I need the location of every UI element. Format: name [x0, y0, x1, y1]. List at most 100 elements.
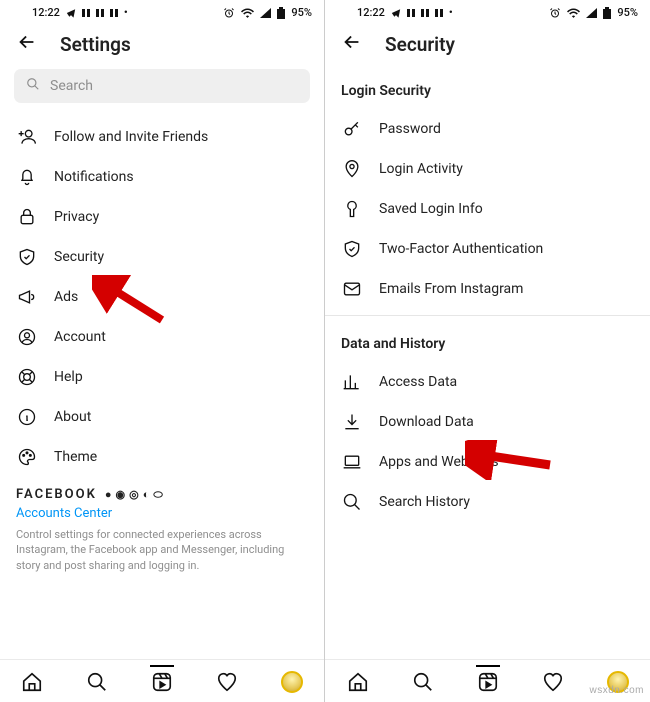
- settings-row-ads[interactable]: Ads: [0, 277, 324, 317]
- header: Settings: [0, 23, 324, 69]
- security-row-two-factor[interactable]: Two-Factor Authentication: [325, 229, 650, 269]
- accounts-center-desc: Control settings for connected experienc…: [0, 527, 324, 581]
- row-label: Apps and Websites: [379, 454, 634, 470]
- search-icon: [26, 77, 40, 95]
- whatsapp-icon: ◐: [143, 488, 150, 502]
- megaphone-icon: [16, 287, 38, 307]
- back-icon[interactable]: [16, 31, 38, 57]
- oculus-icon: ⬭: [153, 488, 162, 502]
- bell-icon: [16, 167, 38, 187]
- app-indicator-icon-2: [96, 9, 104, 17]
- security-row-password[interactable]: Password: [325, 109, 650, 149]
- security-row-emails[interactable]: Emails From Instagram: [325, 269, 650, 309]
- settings-row-privacy[interactable]: Privacy: [0, 197, 324, 237]
- row-label: Help: [54, 369, 308, 385]
- watermark: wsxdn.com: [589, 685, 644, 696]
- nav-profile-avatar[interactable]: [280, 670, 304, 694]
- page-title: Settings: [60, 33, 131, 56]
- battery-pct: 95%: [617, 6, 638, 19]
- security-list: Login Security Password Login Activity S…: [325, 69, 650, 659]
- facebook-icon: ●: [105, 488, 112, 502]
- section-data-history: Data and History: [325, 322, 650, 362]
- settings-list: Follow and Invite Friends Notifications …: [0, 117, 324, 659]
- settings-screen: 12:22 • 95%: [0, 0, 325, 702]
- signal-icon: [260, 8, 271, 18]
- bar-chart-icon: [341, 372, 363, 392]
- nav-reels-icon[interactable]: [476, 665, 500, 689]
- nav-activity-icon[interactable]: [541, 670, 565, 694]
- add-friend-icon: [16, 127, 38, 147]
- security-row-apps-websites[interactable]: Apps and Websites: [325, 442, 650, 482]
- row-label: Account: [54, 329, 308, 345]
- settings-row-security[interactable]: Security: [0, 237, 324, 277]
- telegram-icon: [391, 8, 401, 18]
- palette-icon: [16, 447, 38, 467]
- search-input[interactable]: Search: [14, 69, 310, 103]
- security-row-download-data[interactable]: Download Data: [325, 402, 650, 442]
- security-row-access-data[interactable]: Access Data: [325, 362, 650, 402]
- divider: [325, 315, 650, 316]
- row-label: Notifications: [54, 169, 308, 185]
- nav-home-icon[interactable]: [20, 670, 44, 694]
- accounts-center-link[interactable]: Accounts Center: [0, 506, 324, 527]
- row-label: Saved Login Info: [379, 201, 634, 217]
- security-row-login-activity[interactable]: Login Activity: [325, 149, 650, 189]
- status-bar: 12:22 • 95%: [325, 0, 650, 23]
- dot-icon: •: [449, 6, 453, 19]
- settings-row-follow-invite[interactable]: Follow and Invite Friends: [0, 117, 324, 157]
- nav-search-icon[interactable]: [85, 670, 109, 694]
- section-login-security: Login Security: [325, 69, 650, 109]
- settings-row-about[interactable]: About: [0, 397, 324, 437]
- settings-row-theme[interactable]: Theme: [0, 437, 324, 477]
- security-screen: 12:22 • 95% S: [325, 0, 650, 702]
- row-label: Follow and Invite Friends: [54, 129, 308, 145]
- help-icon: [16, 367, 38, 387]
- row-label: Security: [54, 249, 308, 265]
- row-label: Access Data: [379, 374, 634, 390]
- keyhole-icon: [341, 199, 363, 219]
- settings-row-notifications[interactable]: Notifications: [0, 157, 324, 197]
- row-label: Theme: [54, 449, 308, 465]
- nav-activity-icon[interactable]: [215, 670, 239, 694]
- battery-pct: 95%: [291, 6, 312, 19]
- app-indicator-icon-2: [421, 9, 429, 17]
- header: Security: [325, 23, 650, 69]
- search-placeholder: Search: [50, 78, 93, 94]
- row-label: Search History: [379, 494, 634, 510]
- row-label: Emails From Instagram: [379, 281, 634, 297]
- row-label: Login Activity: [379, 161, 634, 177]
- facebook-brand: FACEBOOK ● ◉ ◎ ◐ ⬭: [0, 477, 324, 506]
- mail-icon: [341, 279, 363, 299]
- brand-app-icons: ● ◉ ◎ ◐ ⬭: [105, 488, 163, 502]
- status-time: 12:22: [357, 6, 385, 19]
- row-label: Ads: [54, 289, 308, 305]
- page-title: Security: [385, 33, 455, 56]
- back-icon[interactable]: [341, 31, 363, 57]
- location-icon: [341, 159, 363, 179]
- alarm-icon: [223, 7, 235, 19]
- app-indicator-icon-1: [407, 9, 415, 17]
- battery-icon: [277, 7, 285, 19]
- telegram-icon: [66, 8, 76, 18]
- app-indicator-icon-1: [82, 9, 90, 17]
- search-icon: [341, 492, 363, 512]
- lock-icon: [16, 207, 38, 227]
- security-row-search-history[interactable]: Search History: [325, 482, 650, 522]
- nav-home-icon[interactable]: [346, 670, 370, 694]
- wifi-icon: [241, 8, 254, 18]
- row-label: Password: [379, 121, 634, 137]
- app-indicator-icon-3: [110, 9, 118, 17]
- shield-check-icon: [341, 239, 363, 259]
- app-indicator-icon-3: [435, 9, 443, 17]
- security-row-saved-login[interactable]: Saved Login Info: [325, 189, 650, 229]
- download-icon: [341, 412, 363, 432]
- nav-reels-icon[interactable]: [150, 665, 174, 689]
- settings-row-help[interactable]: Help: [0, 357, 324, 397]
- status-time: 12:22: [32, 6, 60, 19]
- user-circle-icon: [16, 327, 38, 347]
- settings-row-account[interactable]: Account: [0, 317, 324, 357]
- bottom-nav: [0, 659, 324, 702]
- info-icon: [16, 407, 38, 427]
- nav-search-icon[interactable]: [411, 670, 435, 694]
- messenger-icon: ◉: [115, 488, 125, 502]
